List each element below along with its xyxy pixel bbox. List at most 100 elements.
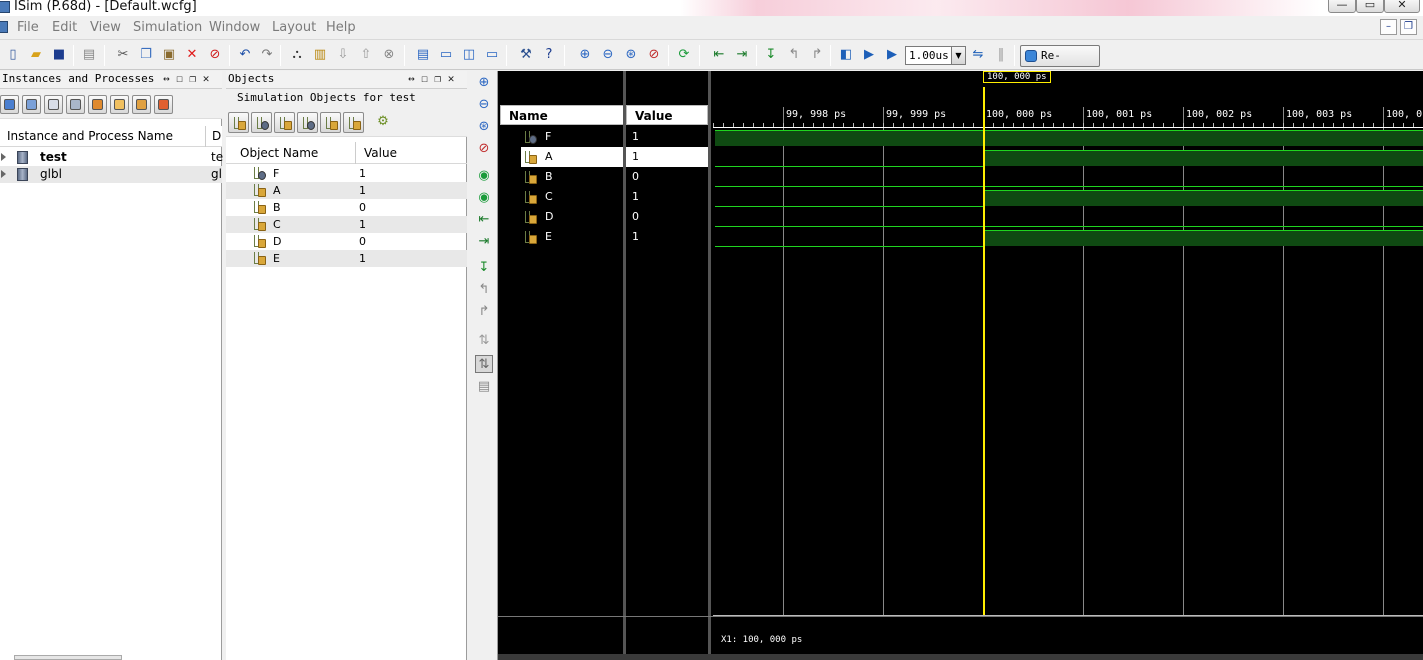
- show-modules-button[interactable]: [22, 95, 41, 114]
- arrow-down-icon[interactable]: ⇩: [334, 46, 352, 64]
- name-column-header[interactable]: Name: [500, 105, 624, 125]
- add-marker-icon[interactable]: ↧: [475, 259, 493, 277]
- value-column-header[interactable]: Value: [626, 105, 708, 125]
- expand-icon[interactable]: [1, 170, 6, 178]
- menu-window[interactable]: Window: [209, 20, 260, 35]
- zoom-cursor-icon[interactable]: ⊘: [645, 46, 663, 64]
- menu-file[interactable]: File: [17, 20, 39, 35]
- wave-signal-name-row[interactable]: A: [521, 147, 623, 167]
- previous-transition-icon[interactable]: ⇤: [475, 211, 493, 229]
- restart-simulation-icon[interactable]: ⇋: [969, 46, 987, 64]
- tile-horizontal-icon[interactable]: ▭: [437, 46, 455, 64]
- object-row[interactable]: D0: [226, 233, 467, 250]
- wave-signal-name-row[interactable]: C: [499, 187, 623, 207]
- filter-inputs-button[interactable]: [228, 112, 249, 133]
- zoom-in-icon[interactable]: ⊕: [475, 74, 493, 92]
- menu-help[interactable]: Help: [326, 20, 356, 35]
- mdi-restore-button[interactable]: ❐: [1400, 19, 1417, 35]
- show-tasks-button[interactable]: [66, 95, 85, 114]
- step-icon[interactable]: ↧: [762, 46, 780, 64]
- object-value-column[interactable]: Value: [355, 142, 397, 164]
- zoom-fit-icon[interactable]: ⊛: [622, 46, 640, 64]
- run-all-icon[interactable]: ⇥: [733, 46, 751, 64]
- tools-icon[interactable]: ⚒: [517, 46, 535, 64]
- show-packages-button[interactable]: [88, 95, 107, 114]
- waveform-plot[interactable]: 99, 998 ps 99, 999 ps 100, 000 ps 100, 001 …: [713, 71, 1423, 660]
- cut-icon[interactable]: ✂: [114, 46, 132, 64]
- menu-edit[interactable]: Edit: [52, 20, 77, 35]
- previous-marker-icon[interactable]: ↰: [475, 281, 493, 299]
- object-row[interactable]: C1: [226, 216, 467, 233]
- print-icon[interactable]: ▤: [80, 46, 98, 64]
- save-icon[interactable]: ■: [50, 46, 68, 64]
- wave-horizontal-scrollbar[interactable]: [498, 654, 1423, 660]
- menu-layout[interactable]: Layout: [272, 20, 316, 35]
- go-to-time-zero-icon[interactable]: ◉: [475, 167, 493, 185]
- instances-horizontal-scrollbar[interactable]: [14, 655, 122, 660]
- time-cursor[interactable]: [983, 87, 985, 615]
- zoom-fit-icon[interactable]: ⊛: [475, 118, 493, 136]
- clear-icon[interactable]: ⊗: [380, 46, 398, 64]
- arrow-up-icon[interactable]: ⇧: [357, 46, 375, 64]
- menu-simulation[interactable]: Simulation: [133, 20, 202, 35]
- simulation-time-input[interactable]: 1.00us: [905, 46, 955, 65]
- paste-icon[interactable]: ▣: [160, 46, 178, 64]
- cascade-icon[interactable]: ▤: [414, 46, 432, 64]
- filter-bidir-button[interactable]: [274, 112, 295, 133]
- run-for-time-icon[interactable]: ▶: [883, 46, 901, 64]
- show-blocks-button[interactable]: [132, 95, 151, 114]
- time-dropdown-button[interactable]: ▼: [951, 46, 966, 65]
- help-pointer-icon[interactable]: ?: [540, 46, 558, 64]
- minimize-button[interactable]: —: [1328, 0, 1356, 13]
- filter-variables-button[interactable]: [343, 112, 364, 133]
- instance-name-column[interactable]: Instance and Process Name: [7, 126, 173, 147]
- floating-ruler-icon[interactable]: ▤: [475, 378, 493, 396]
- expand-icon[interactable]: [1, 153, 6, 161]
- go-to-latest-time-icon[interactable]: ◉: [475, 189, 493, 207]
- objects-panel-controls[interactable]: ↔ ☐ ❐ ✕: [408, 71, 454, 87]
- value-plot-splitter[interactable]: [708, 71, 711, 660]
- relaunch-button[interactable]: Re-launch: [1020, 45, 1100, 82]
- settings-gear-icon[interactable]: ⚙: [374, 113, 392, 131]
- instance-row-glbl[interactable]: glbl gl: [0, 166, 222, 183]
- find-icon[interactable]: ⛬: [288, 46, 306, 64]
- next-marker-icon[interactable]: ↱: [475, 303, 493, 321]
- object-row[interactable]: E1: [226, 250, 467, 267]
- design-unit-column[interactable]: D: [205, 126, 221, 147]
- filter-constants-button[interactable]: [320, 112, 341, 133]
- object-row[interactable]: B0: [226, 199, 467, 216]
- wave-signal-name-row[interactable]: E: [499, 227, 623, 247]
- show-always-button[interactable]: [154, 95, 173, 114]
- wave-signal-name-row[interactable]: F: [499, 127, 623, 147]
- instances-panel-controls[interactable]: ↔ ☐ ❐ ✕: [163, 71, 209, 87]
- run-icon[interactable]: ▶: [860, 46, 878, 64]
- pause-icon[interactable]: ‖: [992, 46, 1010, 64]
- object-name-column[interactable]: Object Name: [240, 142, 318, 164]
- open-folder-icon[interactable]: ▰: [27, 46, 45, 64]
- undo-icon[interactable]: ↶: [236, 46, 254, 64]
- filter-internal-button[interactable]: [297, 112, 318, 133]
- show-functions-button[interactable]: [110, 95, 129, 114]
- restart-icon[interactable]: ⇤: [710, 46, 728, 64]
- show-processes-button[interactable]: [44, 95, 63, 114]
- show-hierarchy-button[interactable]: [0, 95, 19, 114]
- object-row[interactable]: A1: [226, 182, 467, 199]
- filter-outputs-button[interactable]: [251, 112, 272, 133]
- zoom-in-icon[interactable]: ⊕: [576, 46, 594, 64]
- close-button[interactable]: ✕: [1384, 0, 1420, 13]
- zoom-out-icon[interactable]: ⊖: [599, 46, 617, 64]
- find-in-files-icon[interactable]: ▥: [311, 46, 329, 64]
- float-window-icon[interactable]: ▭: [483, 46, 501, 64]
- redo-icon[interactable]: ↷: [258, 46, 276, 64]
- maximize-button[interactable]: ▭: [1356, 0, 1384, 13]
- new-file-icon[interactable]: ▯: [4, 46, 22, 64]
- go-to-start-icon[interactable]: ◧: [837, 46, 855, 64]
- refresh-icon[interactable]: ⟳: [675, 46, 693, 64]
- wave-signal-name-row[interactable]: B: [499, 167, 623, 187]
- snap-to-transition-icon[interactable]: ⇅: [475, 355, 493, 373]
- menu-view[interactable]: View: [90, 20, 121, 35]
- swap-cursors-icon[interactable]: ⇅: [475, 332, 493, 350]
- delete-icon[interactable]: ✕: [183, 46, 201, 64]
- next-transition-icon[interactable]: ⇥: [475, 233, 493, 251]
- zoom-out-icon[interactable]: ⊖: [475, 96, 493, 114]
